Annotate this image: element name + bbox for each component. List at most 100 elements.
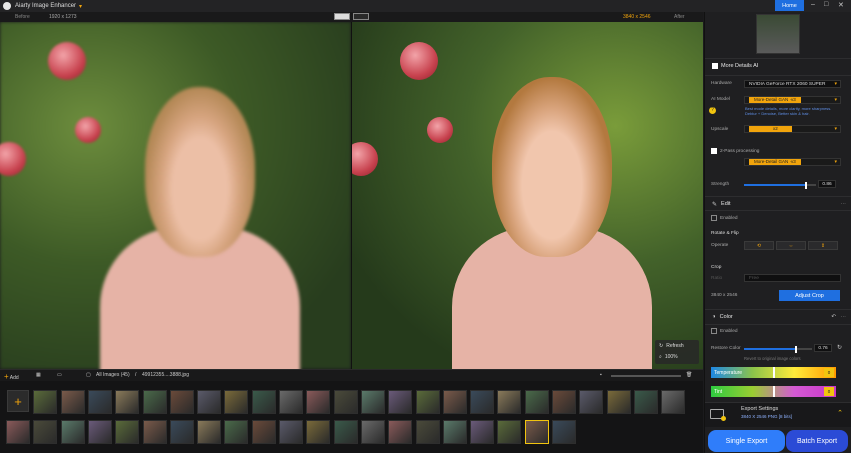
refresh-button[interactable]: ↻ Refresh [659, 343, 684, 349]
image-thumbnail[interactable] [661, 390, 686, 414]
restore-color-value[interactable]: 0.76 [814, 344, 832, 352]
split-view-toggle[interactable] [334, 13, 350, 20]
before-preview[interactable] [0, 22, 351, 369]
image-thumbnail[interactable] [60, 390, 85, 414]
hardware-select[interactable]: NVIDIA GeForce RTX 2060 SUPER ▾ [744, 80, 841, 88]
image-thumbnail[interactable] [224, 390, 249, 414]
close-button[interactable]: ✕ [838, 1, 844, 9]
grid-view-icon[interactable]: ▦ [36, 372, 41, 378]
image-thumbnail[interactable] [497, 390, 522, 414]
image-thumbnail[interactable] [633, 390, 658, 414]
image-thumbnail[interactable] [360, 420, 385, 444]
image-thumbnail[interactable] [6, 420, 30, 444]
image-thumbnail[interactable] [224, 420, 249, 444]
color-enabled-checkbox[interactable] [711, 328, 717, 334]
image-thumbnail[interactable] [415, 420, 440, 444]
temperature-value[interactable]: 0 [824, 368, 834, 377]
image-thumbnail[interactable] [579, 390, 604, 414]
image-thumbnail[interactable] [388, 390, 413, 414]
zoom-control[interactable]: ⌕ 100% [659, 354, 678, 360]
image-thumbnail[interactable] [306, 420, 331, 444]
image-thumbnail[interactable] [169, 420, 194, 444]
image-thumbnail[interactable] [33, 390, 58, 414]
add-button[interactable]: + Add [4, 372, 19, 381]
image-thumbnail[interactable] [442, 390, 467, 414]
image-thumbnail[interactable] [306, 390, 331, 414]
ai-model-select[interactable]: More-Detail GAN ·v3 ▾ [744, 96, 841, 104]
chevron-up-icon[interactable]: ⌃ [837, 409, 843, 417]
restore-color-slider[interactable] [744, 345, 812, 353]
image-thumbnail[interactable] [470, 390, 495, 414]
minimize-button[interactable]: – [811, 1, 815, 8]
thumb-size-slider[interactable] [611, 375, 681, 377]
image-thumbnail[interactable] [552, 390, 576, 414]
image-thumbnail[interactable] [524, 390, 549, 414]
image-thumbnail[interactable] [279, 390, 303, 414]
all-images-label[interactable]: All Images (45) [96, 372, 130, 378]
tint-knob[interactable] [773, 386, 775, 397]
color-header[interactable]: ◑ Color ↶ ··· [705, 311, 851, 323]
image-thumbnail[interactable] [524, 420, 549, 444]
undo-icon[interactable]: ↶ [831, 314, 836, 320]
image-thumbnail[interactable] [497, 420, 522, 444]
after-preview[interactable] [352, 22, 703, 369]
image-thumbnail[interactable] [142, 390, 167, 414]
image-thumbnail[interactable] [142, 420, 167, 444]
app-menu-caret-icon[interactable]: ▾ [79, 3, 82, 10]
two-pass-select[interactable]: More-Detail GAN ·v3 ▾ [744, 158, 841, 166]
image-thumbnail[interactable] [470, 420, 495, 444]
flip-vertical-button[interactable]: ⇕ [808, 241, 838, 250]
flip-horizontal-button[interactable]: ⇔ [776, 241, 806, 250]
upscale-select[interactable]: x2 ▾ [744, 125, 841, 133]
restore-color-slider-knob[interactable] [794, 345, 797, 353]
side-by-side-toggle[interactable] [353, 13, 369, 20]
image-thumbnail[interactable] [333, 420, 358, 444]
image-thumbnail[interactable] [197, 420, 222, 444]
strength-value[interactable]: 0.86 [818, 180, 836, 188]
image-thumbnail[interactable] [442, 420, 467, 444]
temperature-slider[interactable]: Temperature 0 [711, 367, 836, 378]
navigator-thumbnail[interactable] [756, 14, 800, 54]
image-thumbnail[interactable] [169, 390, 194, 414]
more-icon[interactable]: ··· [841, 314, 847, 320]
strength-slider-knob[interactable] [804, 181, 807, 189]
reset-icon[interactable]: ↻ [837, 344, 842, 351]
help-icon[interactable]: ? [709, 107, 716, 114]
image-thumbnail[interactable] [87, 390, 112, 414]
image-thumbnail[interactable] [360, 390, 385, 414]
image-thumbnail[interactable] [333, 390, 358, 414]
export-settings-bar[interactable]: Export Settings 3840 X 2546 PNG [8 bits]… [705, 403, 851, 427]
more-details-header[interactable]: More Details AI [705, 60, 851, 72]
two-pass-checkbox[interactable] [711, 148, 717, 154]
add-image-button[interactable]: + [7, 390, 29, 412]
image-thumbnail[interactable] [197, 390, 222, 414]
adjust-crop-button[interactable]: Adjust Crop [779, 290, 840, 301]
image-thumbnail[interactable] [251, 390, 276, 414]
image-thumbnail[interactable] [552, 420, 576, 444]
home-button[interactable]: Home [775, 0, 804, 11]
delete-icon[interactable]: 🗑 [686, 372, 692, 378]
edit-header[interactable]: ✎ Edit ··· [705, 198, 851, 210]
image-thumbnail[interactable] [115, 420, 140, 444]
tint-slider[interactable]: Tint 0 [711, 386, 836, 397]
image-thumbnail[interactable] [115, 390, 140, 414]
batch-export-button[interactable]: Batch Export [786, 430, 848, 452]
image-thumbnail[interactable] [606, 390, 631, 414]
edit-enabled-checkbox[interactable] [711, 215, 717, 221]
more-icon[interactable]: ··· [841, 201, 847, 207]
image-thumbnail[interactable] [60, 420, 85, 444]
image-thumbnail[interactable] [251, 420, 276, 444]
image-thumbnail[interactable] [87, 420, 112, 444]
tint-value[interactable]: 0 [824, 387, 834, 396]
temperature-knob[interactable] [773, 367, 775, 378]
image-thumbnail[interactable] [279, 420, 303, 444]
strength-slider[interactable] [744, 181, 816, 189]
image-thumbnail[interactable] [33, 420, 58, 444]
more-details-checkbox[interactable] [712, 63, 718, 69]
single-export-button[interactable]: Single Export [708, 430, 785, 452]
maximize-button[interactable]: □ [824, 1, 828, 8]
rotate-button[interactable]: ⟲ [744, 241, 774, 250]
image-thumbnail[interactable] [388, 420, 413, 444]
list-view-icon[interactable]: ▭ [57, 372, 62, 378]
image-thumbnail[interactable] [415, 390, 440, 414]
